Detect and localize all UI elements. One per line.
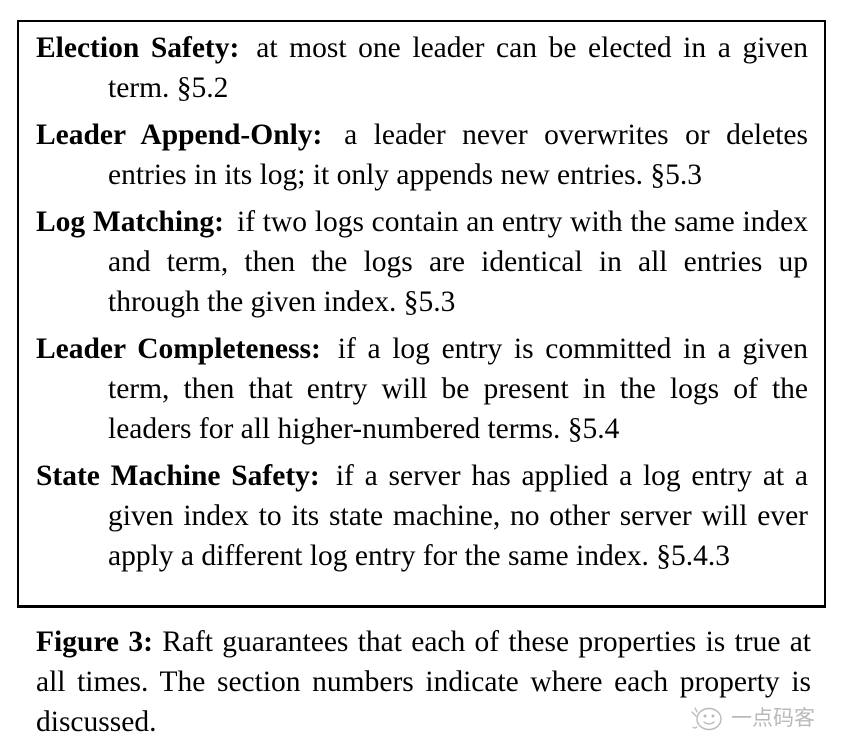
- term-spacer: [322, 119, 344, 151]
- term-spacer: [239, 32, 256, 64]
- property-item: Leader Completeness: if a log entry is c…: [36, 329, 808, 449]
- term-spacer: [224, 206, 237, 238]
- property-term: Log Matching:: [36, 206, 224, 238]
- figure-3-root: Election Safety: at most one leader can …: [0, 0, 844, 750]
- property-term: Leader Completeness:: [36, 333, 321, 365]
- property-term: Election Safety:: [36, 32, 240, 64]
- property-item: Leader Append-Only: a leader never overw…: [36, 115, 808, 195]
- properties-list: Election Safety: at most one leader can …: [36, 28, 808, 576]
- property-item: Log Matching: if two logs contain an ent…: [36, 202, 808, 322]
- property-term: Leader Append-Only:: [36, 119, 323, 151]
- figure-caption-text: Raft guarantees that each of these prope…: [36, 626, 812, 738]
- property-item: State Machine Safety: if a server has ap…: [36, 456, 808, 576]
- property-item: Election Safety: at most one leader can …: [36, 28, 808, 108]
- term-spacer: [321, 333, 338, 365]
- properties-box: Election Safety: at most one leader can …: [17, 20, 826, 608]
- property-term: State Machine Safety:: [36, 460, 320, 492]
- figure-caption-label: Figure 3:: [36, 626, 153, 658]
- term-spacer: [320, 460, 336, 492]
- figure-caption: Figure 3: Raft guarantees that each of t…: [36, 622, 811, 742]
